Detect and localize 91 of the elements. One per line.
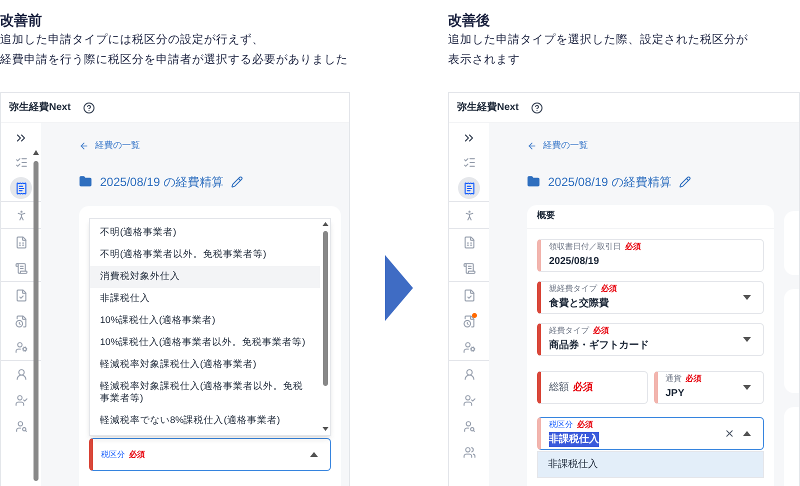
document-check-icon [14,288,28,302]
user-icon [14,368,28,380]
field-value: JPY [666,386,686,400]
dropdown-option[interactable]: 不明(適格事業者以外。免税事業者等) [90,244,320,266]
dropdown-option[interactable]: 非課税仕入 [90,288,320,310]
field-value: 食費と交際費 [549,296,610,310]
card-title: 概要 [537,209,555,222]
caret-icon[interactable] [743,294,751,300]
scrollbar[interactable] [33,149,39,483]
field-label: 税区分 [101,450,125,460]
field-label: 親経費タイプ [549,284,597,294]
arrow-icon [385,255,413,321]
sidebar-item[interactable] [458,177,480,199]
edit-icon[interactable] [679,176,692,188]
back-link[interactable]: 経費の一覧 [79,139,341,152]
description-text: 追加した申請タイプを選択した際、設定された税区分が [448,32,749,48]
dropdown-option[interactable]: 非課税仕入 [538,452,763,476]
spreadsheet-icon [14,236,28,248]
spreadsheet-icon [462,236,476,248]
form-field[interactable]: 親経費タイプ 必須 食費と交際費 [537,280,764,314]
scroll-icon [462,262,476,274]
required-label: 必須 [686,374,702,384]
required-label: 必須 [625,242,641,252]
caret-icon[interactable] [743,336,751,342]
field-label: 領収書日付／取引日 [549,242,621,252]
field-label: 経費タイプ [549,326,589,336]
dropdown-option[interactable]: 不明(適格事業者) [90,222,320,244]
caret-icon[interactable] [310,452,318,456]
back-arrow-icon [527,140,537,151]
users-icon [462,446,476,458]
user-gear-icon [462,340,476,354]
scrollbar[interactable] [322,220,329,432]
required-label: 必須 [573,380,593,394]
app-title: 弥生経費Next [457,100,519,115]
dropdown-option[interactable]: 軽減税率対象課税仕入(適格事業者) [90,354,320,376]
dropdown-option[interactable]: 軽減税率対象課税仕入(適格事業者以外。免税事業者等) [90,376,320,410]
section-heading: 改善前 [0,11,43,30]
dropdown-option[interactable]: 10%課税仕入(適格事業者以外。免税事業者等) [90,332,320,354]
description-text: 表示されます [448,52,521,68]
receipt-icon [14,182,28,194]
section-heading: 改善後 [448,11,491,30]
document-clock-icon [14,314,28,328]
user-gear-icon [14,340,28,354]
form-field[interactable]: 通貨 必須 JPY [654,370,764,404]
document-clock-icon [462,314,476,328]
dropdown-option[interactable]: 消費税対象外仕入 [90,266,320,288]
edit-icon[interactable] [231,176,244,188]
person-icon [14,208,28,222]
form-field[interactable]: 総額 必須 [537,370,648,404]
help-icon[interactable] [82,102,95,114]
app-title: 弥生経費Next [9,100,71,115]
user-icon [462,368,476,380]
form-field[interactable]: 領収書日付／取引日 必須 2025/08/19 [537,238,764,272]
caret-icon[interactable] [743,430,751,436]
help-icon[interactable] [530,102,543,114]
user-check-icon [14,394,28,406]
field-value: 2025/08/19 [549,254,600,268]
checklist-icon [14,156,28,168]
document-check-icon [462,288,476,302]
scroll-icon [14,262,28,274]
sidebar-item[interactable] [10,177,32,199]
form-field[interactable]: 税区分 必須 [89,438,331,470]
back-link[interactable]: 経費の一覧 [527,139,774,152]
field-value: 非課税仕入 [549,432,599,447]
caret-icon[interactable] [743,384,751,390]
back-arrow-icon [79,140,89,151]
field-label: 総額 [549,380,569,394]
required-label: 必須 [577,420,593,430]
form-field[interactable]: 経費タイプ 必須 商品券・ギフトカード [537,322,764,356]
required-label: 必須 [129,450,145,460]
field-label: 税区分 [549,420,573,430]
receipt-icon [462,182,476,194]
folder-icon [527,175,540,188]
description-text: 追加した申請タイプには税区分の設定が行えず、 [0,32,265,48]
required-label: 必須 [601,284,617,294]
folder-icon [79,175,92,188]
required-label: 必須 [593,326,609,336]
person-icon [462,208,476,222]
field-label: 通貨 [666,374,682,384]
user-search-icon [462,420,476,432]
checklist-icon [462,156,476,168]
clear-icon[interactable] [724,428,735,438]
dropdown-option[interactable]: 軽減税率でない8%課税仕入(適格事業者) [90,410,320,432]
description-text: 経費申請を行う際に税区分を申請者が選択する必要がありました [0,52,349,68]
form-field[interactable]: 税区分 必須 非課税仕入 [537,416,764,450]
dropdown-option[interactable]: 10%課税仕入(適格事業者) [90,310,320,332]
user-search-icon [14,420,28,432]
page-title: 2025/08/19 の経費精算 [100,174,224,190]
user-check-icon [462,394,476,406]
page-title: 2025/08/19 の経費精算 [548,174,672,190]
field-value: 商品券・ギフトカード [549,338,650,352]
